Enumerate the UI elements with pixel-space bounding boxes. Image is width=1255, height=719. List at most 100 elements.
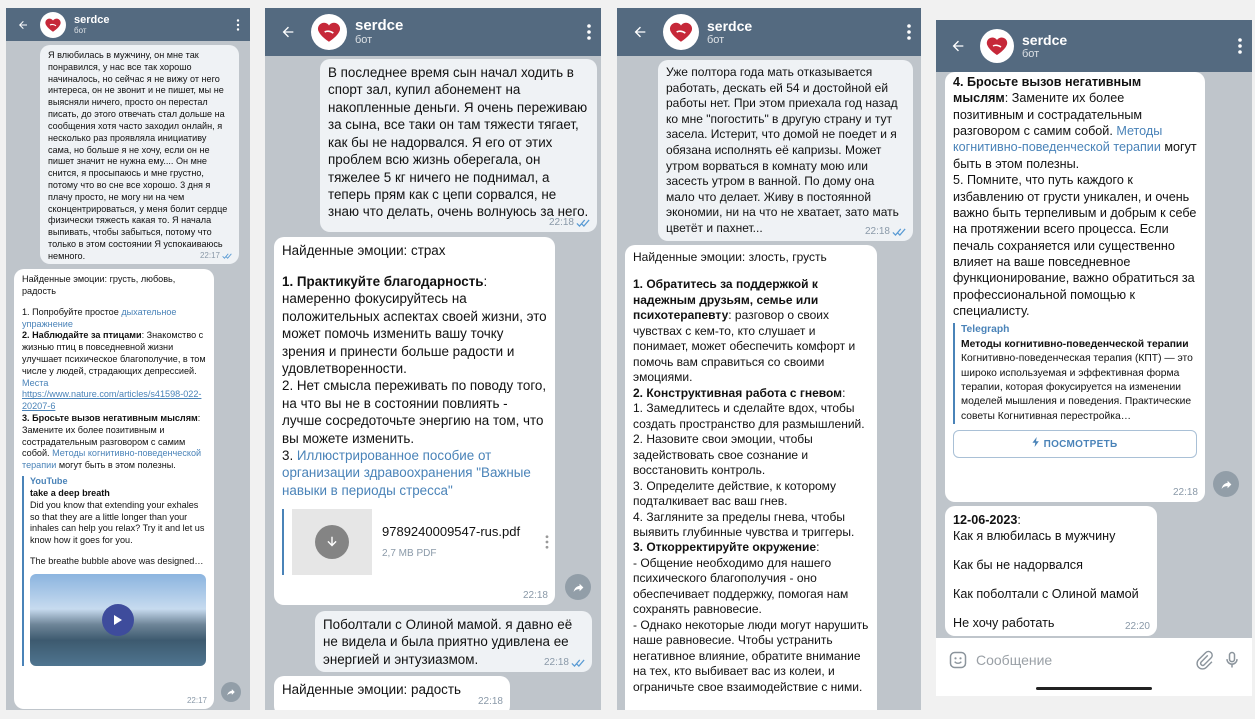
share-arrow-icon	[573, 583, 583, 592]
kebab-menu-icon	[236, 18, 240, 31]
link-preview[interactable]: YouTube take a deep breath Did you know …	[22, 476, 206, 666]
anger-step-4: 4. Загляните за пределы гнева, чтобы выя…	[633, 509, 855, 539]
chat-title-block[interactable]: serdce бот	[74, 14, 226, 36]
places-link[interactable]: Места	[22, 378, 48, 388]
kebab-menu-icon	[907, 24, 911, 40]
anger-step-2: 2. Назовите свои эмоции, чтобы задейство…	[633, 432, 813, 478]
back-button[interactable]	[936, 38, 980, 54]
download-button[interactable]	[315, 525, 349, 560]
advice-item-1: 1. Обратитесь за поддержкой к надежным д…	[633, 277, 856, 385]
chat-header: serdce бот	[6, 8, 250, 41]
avatar[interactable]	[40, 11, 66, 38]
kebab-menu-icon	[587, 24, 591, 40]
chat-subtitle: бот	[707, 33, 725, 46]
message-text: Уже полтора года мать отказывается работ…	[666, 65, 899, 235]
chat-header: serdce бот	[265, 8, 601, 56]
chat-header: serdce бот	[936, 20, 1252, 72]
incoming-message[interactable]: Найденные эмоции: грусть, любовь, радост…	[14, 269, 214, 709]
emotions-header: Найденные эмоции: радость	[282, 682, 461, 697]
incoming-message[interactable]: 4. Бросьте вызов негативным мыслям: Заме…	[945, 72, 1205, 502]
chat-title-block[interactable]: serdce бот	[355, 17, 577, 47]
avatar[interactable]	[980, 29, 1014, 63]
avatar[interactable]	[311, 14, 347, 50]
lightning-icon	[1032, 437, 1040, 448]
incoming-message[interactable]: Найденные эмоции: страх 1. Практикуйте б…	[274, 237, 555, 605]
play-button[interactable]	[102, 603, 134, 636]
preview-site: YouTube	[30, 476, 68, 487]
attach-paperclip-icon[interactable]	[1194, 650, 1214, 670]
forward-button[interactable]	[221, 682, 241, 702]
view-button[interactable]: ПОСМОТРЕТЬ	[953, 430, 1197, 459]
more-menu-button[interactable]	[897, 24, 921, 40]
microphone-icon[interactable]	[1222, 650, 1242, 670]
heart-logo-icon	[45, 18, 61, 32]
outgoing-message[interactable]: Поболтали с Олиной мамой. я давно её не …	[315, 611, 592, 672]
preview-description-more: The breathe bubble above was designed…	[30, 556, 204, 567]
link-preview[interactable]: Telegraph Методы когнитивно-поведенческо…	[953, 323, 1197, 425]
double-check-icon	[892, 228, 906, 236]
pdf-filename: 9789240009547-rus.pdf	[382, 524, 521, 540]
message-input[interactable]	[976, 652, 1186, 668]
heart-logo-icon	[986, 37, 1008, 55]
outgoing-message[interactable]: Уже полтора года мать отказывается работ…	[658, 60, 913, 241]
chat-header: serdce бот	[617, 8, 921, 56]
chat-subtitle: бот	[1022, 47, 1040, 60]
message-time: 22:18	[522, 590, 548, 601]
arrow-left-icon	[952, 40, 964, 52]
chat-title: serdce	[707, 17, 753, 34]
advice-item-3: 3. Иллюстрированное пособие от организац…	[282, 448, 531, 498]
avatar[interactable]	[663, 14, 699, 50]
advice-item-1: 1. Практикуйте благодарность: намеренно …	[282, 273, 547, 376]
incoming-message[interactable]: Найденные эмоции: злость, грусть 1. Обра…	[625, 245, 877, 710]
chat-title: serdce	[74, 13, 110, 26]
who-guide-link[interactable]: Иллюстрированное пособие от организации …	[282, 448, 531, 498]
emotions-header: Найденные эмоции: страх	[282, 243, 446, 258]
emotions-header: Найденные эмоции: грусть, любовь, радост…	[22, 274, 176, 296]
more-menu-button[interactable]	[226, 18, 250, 31]
chat-title: serdce	[355, 17, 404, 35]
advice-item-4: 4. Бросьте вызов негативным мыслям: Заме…	[953, 75, 1197, 171]
chat-subtitle: бот	[355, 34, 373, 47]
preview-title: take a deep breath	[30, 487, 110, 498]
outgoing-message[interactable]: В последнее время сын начал ходить в спо…	[320, 59, 597, 232]
forward-button[interactable]	[1213, 471, 1239, 497]
back-button[interactable]	[265, 24, 311, 40]
preview-description: Когнитивно-поведенческая терапия (КПТ) —…	[961, 353, 1193, 422]
share-arrow-icon	[227, 689, 235, 696]
environment-note-2: - Однако некоторые люди могут нарушить н…	[633, 617, 869, 694]
more-menu-button[interactable]	[1228, 38, 1252, 54]
file-menu-icon[interactable]	[545, 535, 549, 549]
back-button[interactable]	[6, 19, 40, 31]
incoming-message[interactable]: Найденные эмоции: радость 22:18	[274, 676, 510, 710]
notes-line-1: Как я влюбилась в мужчину	[953, 529, 1116, 544]
chat-screen-2: serdce бот В последнее время сын начал х…	[265, 8, 601, 710]
back-button[interactable]	[617, 24, 663, 40]
message-time: 22:18	[544, 656, 585, 669]
download-arrow-icon	[327, 537, 337, 547]
chat-title-block[interactable]: serdce бот	[707, 18, 897, 47]
heart-logo-icon	[317, 22, 341, 42]
advice-item-2: 2. Нет смысла переживать по поводу того,…	[282, 378, 547, 446]
chat-title-block[interactable]: serdce бот	[1022, 32, 1228, 61]
chat-title: serdce	[1022, 31, 1068, 48]
pdf-attachment[interactable]: 9789240009547-rus.pdf 2,7 MB PDF	[282, 509, 549, 576]
notes-line-4: Не хочу работать	[953, 616, 1055, 631]
more-menu-button[interactable]	[577, 24, 601, 40]
advice-item-2: 2. Конструктивная работа с гневом:	[633, 385, 846, 400]
incoming-message[interactable]: 12-06-2023: Как я влюбилась в мужчину Ка…	[945, 506, 1157, 636]
advice-item-2: 2. Наблюдайте за птицами: Знакомство с ж…	[22, 330, 206, 388]
message-time: 22:17	[200, 251, 232, 261]
environment-note-1: - Общение необходимо для нашего психичес…	[633, 555, 849, 617]
emotions-header: Найденные эмоции: злость, грусть	[633, 250, 827, 264]
nature-url-link[interactable]: https://www.nature.com/articles/s41598-0…	[22, 389, 206, 413]
arrow-left-icon	[634, 26, 646, 38]
video-thumbnail[interactable]	[30, 573, 206, 666]
emoji-icon[interactable]	[948, 650, 968, 670]
chat-screen-4: serdce бот 4. Бросьте вызов негативным м…	[936, 20, 1252, 696]
forward-button[interactable]	[565, 574, 591, 600]
message-time: 22:18	[477, 696, 503, 707]
message-text: В последнее время сын начал ходить в спо…	[328, 65, 589, 220]
message-text: Я влюбилась в мужчину, он мне так понрав…	[48, 50, 228, 261]
arrow-left-icon	[282, 26, 294, 38]
outgoing-message[interactable]: Я влюбилась в мужчину, он мне так понрав…	[40, 45, 239, 264]
